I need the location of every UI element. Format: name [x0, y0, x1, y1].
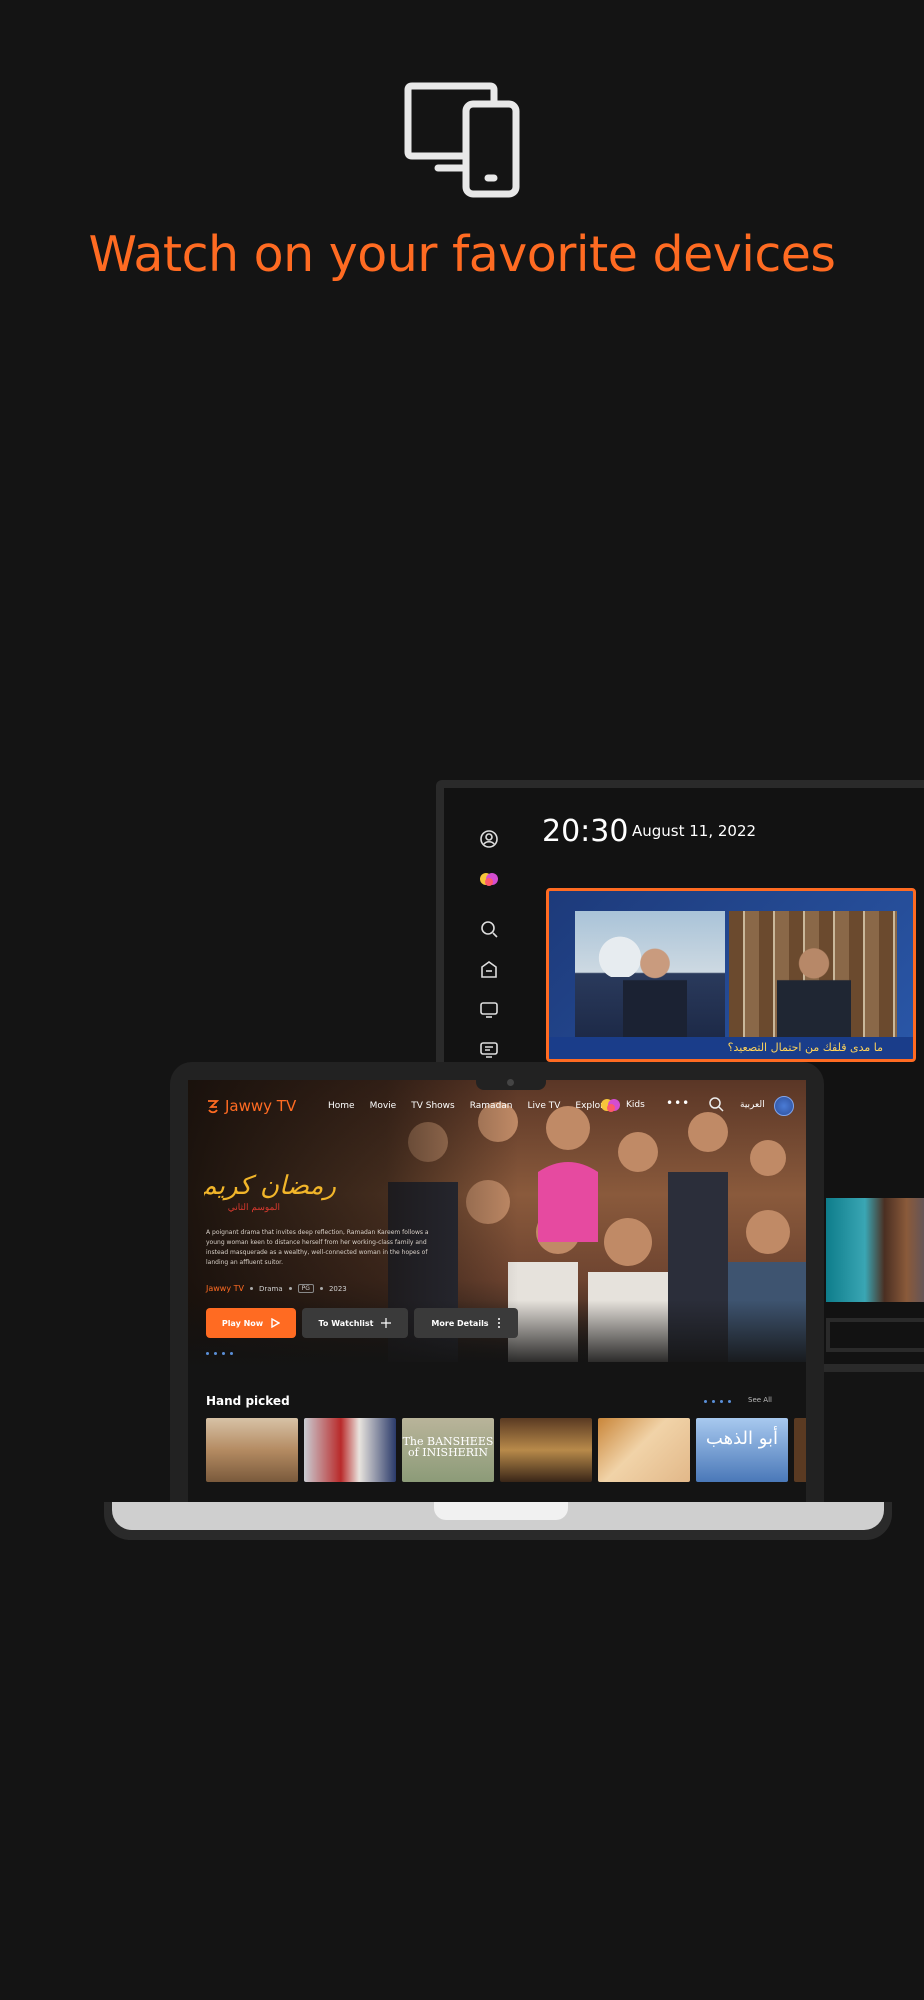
section-pagination[interactable]	[704, 1400, 731, 1403]
tv-clock: 20:30	[542, 814, 629, 849]
kebab-icon	[497, 1318, 500, 1328]
devices-icon	[404, 82, 520, 198]
play-icon	[271, 1318, 281, 1328]
poster-card[interactable]	[304, 1418, 396, 1482]
nav-home[interactable]: Home	[328, 1101, 355, 1111]
epg-icon[interactable]	[478, 1038, 500, 1060]
show-meta: Jawwy TV Drama PG 2023	[206, 1284, 347, 1293]
meta-genre: Drama	[258, 1284, 283, 1293]
jawwy-logo[interactable]: Jawwy TV	[206, 1097, 296, 1115]
more-details-button[interactable]: More Details	[414, 1308, 518, 1338]
search-icon[interactable]	[478, 918, 500, 940]
poster-card[interactable]: أبو الذهب	[696, 1418, 788, 1482]
tv-caption: ما مدى قلقك من احتمال التصعيد؟	[549, 1037, 913, 1059]
nav-movie[interactable]: Movie	[370, 1101, 397, 1111]
kids-icon	[601, 1099, 620, 1112]
language-switch[interactable]: العربية	[740, 1100, 765, 1110]
meta-brand: Jawwy TV	[206, 1284, 244, 1293]
play-now-button[interactable]: Play Now	[206, 1308, 296, 1338]
laptop-screen: Jawwy TV Home Movie TV Shows Ramadan Liv…	[188, 1080, 806, 1504]
avatar[interactable]	[774, 1096, 794, 1116]
nav-kids[interactable]: Kids	[600, 1097, 645, 1113]
meta-rating: PG	[297, 1284, 314, 1293]
see-all-link[interactable]: See All	[748, 1396, 772, 1404]
tv-live-player[interactable]: ما مدى قلقك من احتمال التصعيد؟	[546, 888, 916, 1062]
page-headline: Watch on your favorite devices	[88, 226, 836, 283]
tv-placeholder-card	[826, 1318, 924, 1352]
kids-icon[interactable]	[478, 868, 500, 890]
laptop-device: Jawwy TV Home Movie TV Shows Ramadan Liv…	[170, 1062, 824, 1514]
laptop-base	[104, 1502, 892, 1540]
nav-ramadan[interactable]: Ramadan	[470, 1101, 513, 1111]
meta-year: 2023	[328, 1284, 347, 1293]
news-anchor-image	[575, 911, 725, 1047]
poster-card[interactable]	[598, 1418, 690, 1482]
poster-card[interactable]: The BANSHEES of INISHERIN	[402, 1418, 494, 1482]
poster-row: The BANSHEES of INISHERIN أبو الذهب	[206, 1418, 806, 1482]
search-icon[interactable]	[708, 1096, 724, 1112]
section-title: Hand picked	[206, 1394, 290, 1408]
poster-card[interactable]	[794, 1418, 806, 1482]
hero-pagination[interactable]	[206, 1352, 233, 1355]
plus-icon	[381, 1318, 392, 1328]
tv-date: August 11, 2022	[632, 822, 757, 840]
news-guest-image	[729, 911, 897, 1047]
show-title-logo: رمضان كريم الموسم الثاني	[204, 1171, 336, 1213]
nav-live-tv[interactable]: Live TV	[528, 1101, 561, 1111]
laptop-trackpad-groove	[434, 1502, 568, 1520]
home-icon[interactable]	[478, 958, 500, 980]
laptop-camera-notch	[476, 1076, 546, 1090]
poster-card[interactable]	[500, 1418, 592, 1482]
profile-icon[interactable]	[478, 828, 500, 850]
tv-poster-thumbnail[interactable]	[826, 1198, 924, 1302]
show-subtitle-text: الموسم الثاني	[228, 1203, 280, 1213]
nav-menu: Home Movie TV Shows Ramadan Live TV Expl…	[328, 1101, 609, 1111]
show-title-text: رمضان كريم	[204, 1171, 336, 1201]
nav-tv-shows[interactable]: TV Shows	[411, 1101, 455, 1111]
poster-card[interactable]	[206, 1418, 298, 1482]
live-tv-icon[interactable]	[478, 998, 500, 1020]
show-description: A poignant drama that invites deep refle…	[206, 1229, 429, 1266]
more-menu-button[interactable]: •••	[666, 1096, 690, 1110]
add-to-watchlist-button[interactable]: To Watchlist	[302, 1308, 408, 1338]
